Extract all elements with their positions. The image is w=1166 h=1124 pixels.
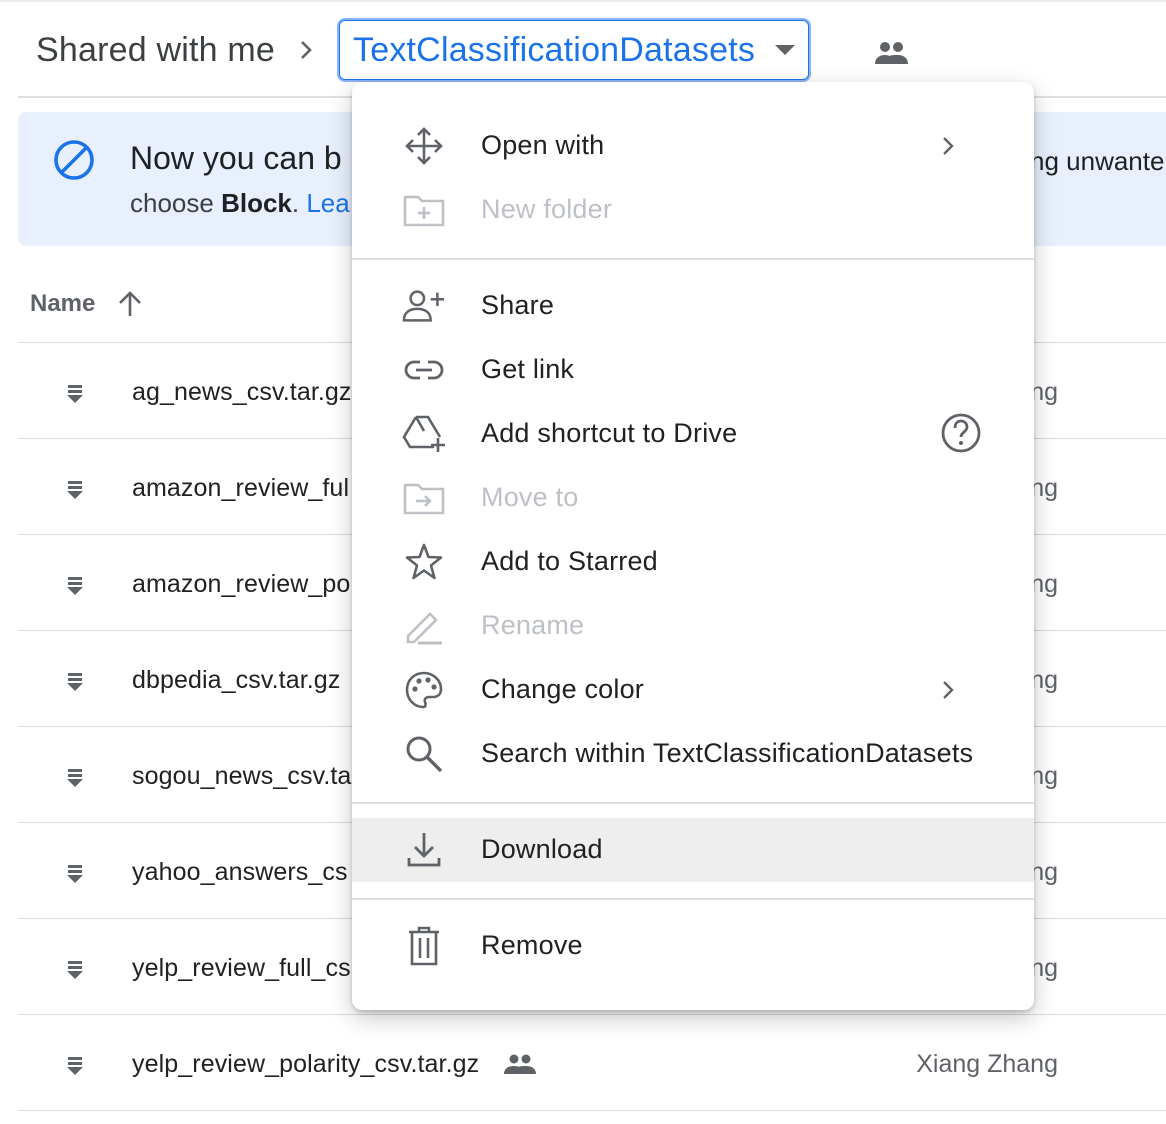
archive-file-icon [66,1056,84,1076]
banner-sub-text: choose [130,188,222,218]
column-name-label: Name [30,290,96,317]
file-name: sogou_news_csv.ta [132,762,352,790]
file-name: dbpedia_csv.tar.gz [132,666,341,694]
new-folder-icon [402,190,446,230]
menu-item-label: Get link [481,354,575,384]
archive-file-icon [66,384,84,404]
file-owner: ng [1030,954,1058,982]
file-name: amazon_review_po [132,570,351,598]
menu-item-label: Share [481,290,555,320]
banner-sub-bold: Block [221,188,292,218]
file-owner: ng [1030,858,1058,886]
file-name: yelp_review_polarity_csv.tar.gz [132,1050,480,1078]
menu-divider [352,258,1034,260]
menu-item-search-within-textclassificationdatasets[interactable]: Search within TextClassificationDatasets [352,722,1034,786]
chevron-right-icon [275,30,337,70]
block-icon [52,138,96,182]
drive-shortcut-icon [402,414,446,454]
menu-item-label: Add to Starred [481,546,658,576]
menu-item-label: Open with [481,130,605,160]
file-name: yahoo_answers_cs [132,858,348,886]
column-header-name[interactable]: Name [30,286,145,322]
archive-file-icon [66,576,84,596]
menu-item-label: Change color [481,674,645,704]
file-owner: ng [1030,474,1058,502]
search-icon [402,734,446,774]
current-folder-label: TextClassificationDatasets [353,30,756,69]
download-icon [402,830,446,870]
breadcrumb-current-folder-button[interactable]: TextClassificationDatasets [337,18,812,82]
star-icon [402,542,446,582]
banner-subtitle: choose Block. Lea [130,188,350,219]
menu-item-new-folder: New folder [352,178,1034,242]
file-owner: ng [1030,666,1058,694]
person-add-icon [402,286,446,326]
top-divider [0,0,1166,2]
menu-item-share[interactable]: Share [352,274,1034,338]
help-icon[interactable] [940,412,982,454]
menu-divider [352,802,1034,804]
menu-item-download[interactable]: Download [352,818,1034,882]
menu-item-label: Download [481,834,603,864]
file-name: ag_news_csv.tar.gz [132,378,352,406]
menu-item-add-to-starred[interactable]: Add to Starred [352,530,1034,594]
move-to-folder-icon [402,478,446,518]
menu-item-label: Move to [481,482,579,512]
menu-item-label: New folder [481,194,613,224]
menu-item-get-link[interactable]: Get link [352,338,1034,402]
shared-people-icon [502,1052,538,1076]
menu-item-label: Remove [481,930,583,960]
file-owner: ng [1030,570,1058,598]
archive-file-icon [66,960,84,980]
archive-file-icon [66,672,84,692]
archive-file-icon [66,864,84,884]
pencil-icon [402,606,446,646]
drive-page: Shared with me TextClassificationDataset… [0,0,1166,1124]
menu-divider [352,898,1034,900]
menu-item-label: Add shortcut to Drive [481,418,738,448]
banner-title-tail: ng unwante [1030,146,1165,176]
list-divider [18,1014,1166,1015]
menu-item-remove[interactable]: Remove [352,914,1034,978]
context-menu: Open with New folder Share Get link Add shor… [352,82,1034,1010]
learn-more-link[interactable]: Lea [306,188,349,218]
file-row[interactable]: yelp_review_polarity_csv.tar.gz Xiang Zha… [18,1016,1166,1112]
menu-item-label: Search within TextClassificationDatasets [481,738,974,768]
menu-item-open-with[interactable]: Open with [352,114,1034,178]
file-owner: ng [1030,762,1058,790]
people-icon [872,36,912,70]
menu-item-rename: Rename [352,594,1034,658]
menu-item-label: Rename [481,610,585,640]
file-name: amazon_review_ful [132,474,350,502]
banner-title: Now you can b [130,140,342,176]
archive-file-icon [66,768,84,788]
list-divider [18,1110,1166,1111]
banner-sub-after: . [291,188,307,218]
chevron-right-icon [936,676,960,704]
link-icon [402,350,446,390]
caret-down-icon [775,30,796,70]
archive-file-icon [66,480,84,500]
menu-item-change-color[interactable]: Change color [352,658,1034,722]
breadcrumb: Shared with me TextClassificationDataset… [36,18,812,82]
file-owner: ng [1030,378,1058,406]
trash-icon [402,926,446,966]
file-owner: Xiang Zhang [916,1050,1058,1078]
palette-icon [402,670,446,710]
menu-item-add-shortcut-to-drive[interactable]: Add shortcut to Drive [352,402,1034,466]
menu-item-move-to: Move to [352,466,1034,530]
breadcrumb-shared-with-me[interactable]: Shared with me [36,31,275,70]
chevron-right-icon [936,132,960,160]
move-arrows-icon [402,126,446,166]
file-name: yelp_review_full_cs [132,954,351,982]
arrow-up-icon[interactable] [115,289,145,319]
